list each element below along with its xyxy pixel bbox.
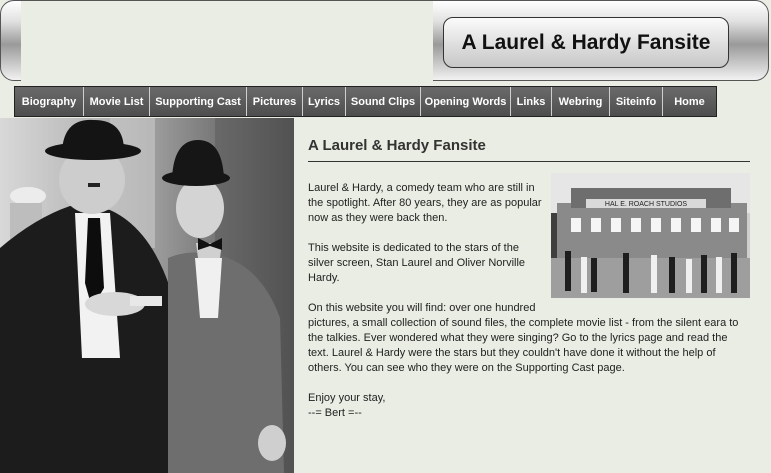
studio-sign-text: HAL E. ROACH STUDIOS xyxy=(605,201,688,208)
nav-home[interactable]: Home xyxy=(663,87,716,116)
header-banner-area xyxy=(21,1,433,82)
laurel-hardy-photo-art xyxy=(0,118,294,473)
roach-studios-photo: HAL E. ROACH STUDIOS xyxy=(551,173,750,298)
nav-pictures[interactable]: Pictures xyxy=(247,87,303,116)
roach-studios-photo-art: HAL E. ROACH STUDIOS xyxy=(551,173,750,298)
site-header: A Laurel & Hardy Fansite xyxy=(0,0,769,82)
nav-links[interactable]: Links xyxy=(511,87,552,116)
nav-opening-words[interactable]: Opening Words xyxy=(421,87,511,116)
laurel-hardy-photo xyxy=(0,118,294,473)
contents-paragraph: On this website you will find: over one … xyxy=(308,302,739,374)
nav-movie-list[interactable]: Movie List xyxy=(84,87,150,116)
nav-sound-clips[interactable]: Sound Clips xyxy=(346,87,421,116)
nav-webring[interactable]: Webring xyxy=(552,87,610,116)
signature: --= Bert =-- xyxy=(308,407,362,419)
nav-supporting-cast[interactable]: Supporting Cast xyxy=(150,87,247,116)
page-heading: A Laurel & Hardy Fansite xyxy=(308,136,750,162)
closing-line: Enjoy your stay, xyxy=(308,392,386,404)
nav-lyrics[interactable]: Lyrics xyxy=(303,87,346,116)
nav-siteinfo[interactable]: Siteinfo xyxy=(610,87,663,116)
main-nav: Biography Movie List Supporting Cast Pic… xyxy=(14,86,717,117)
main-content: A Laurel & Hardy Fansite HAL E. ROACH ST… xyxy=(308,136,750,421)
nav-biography[interactable]: Biography xyxy=(15,87,84,116)
site-title: A Laurel & Hardy Fansite xyxy=(443,17,729,68)
